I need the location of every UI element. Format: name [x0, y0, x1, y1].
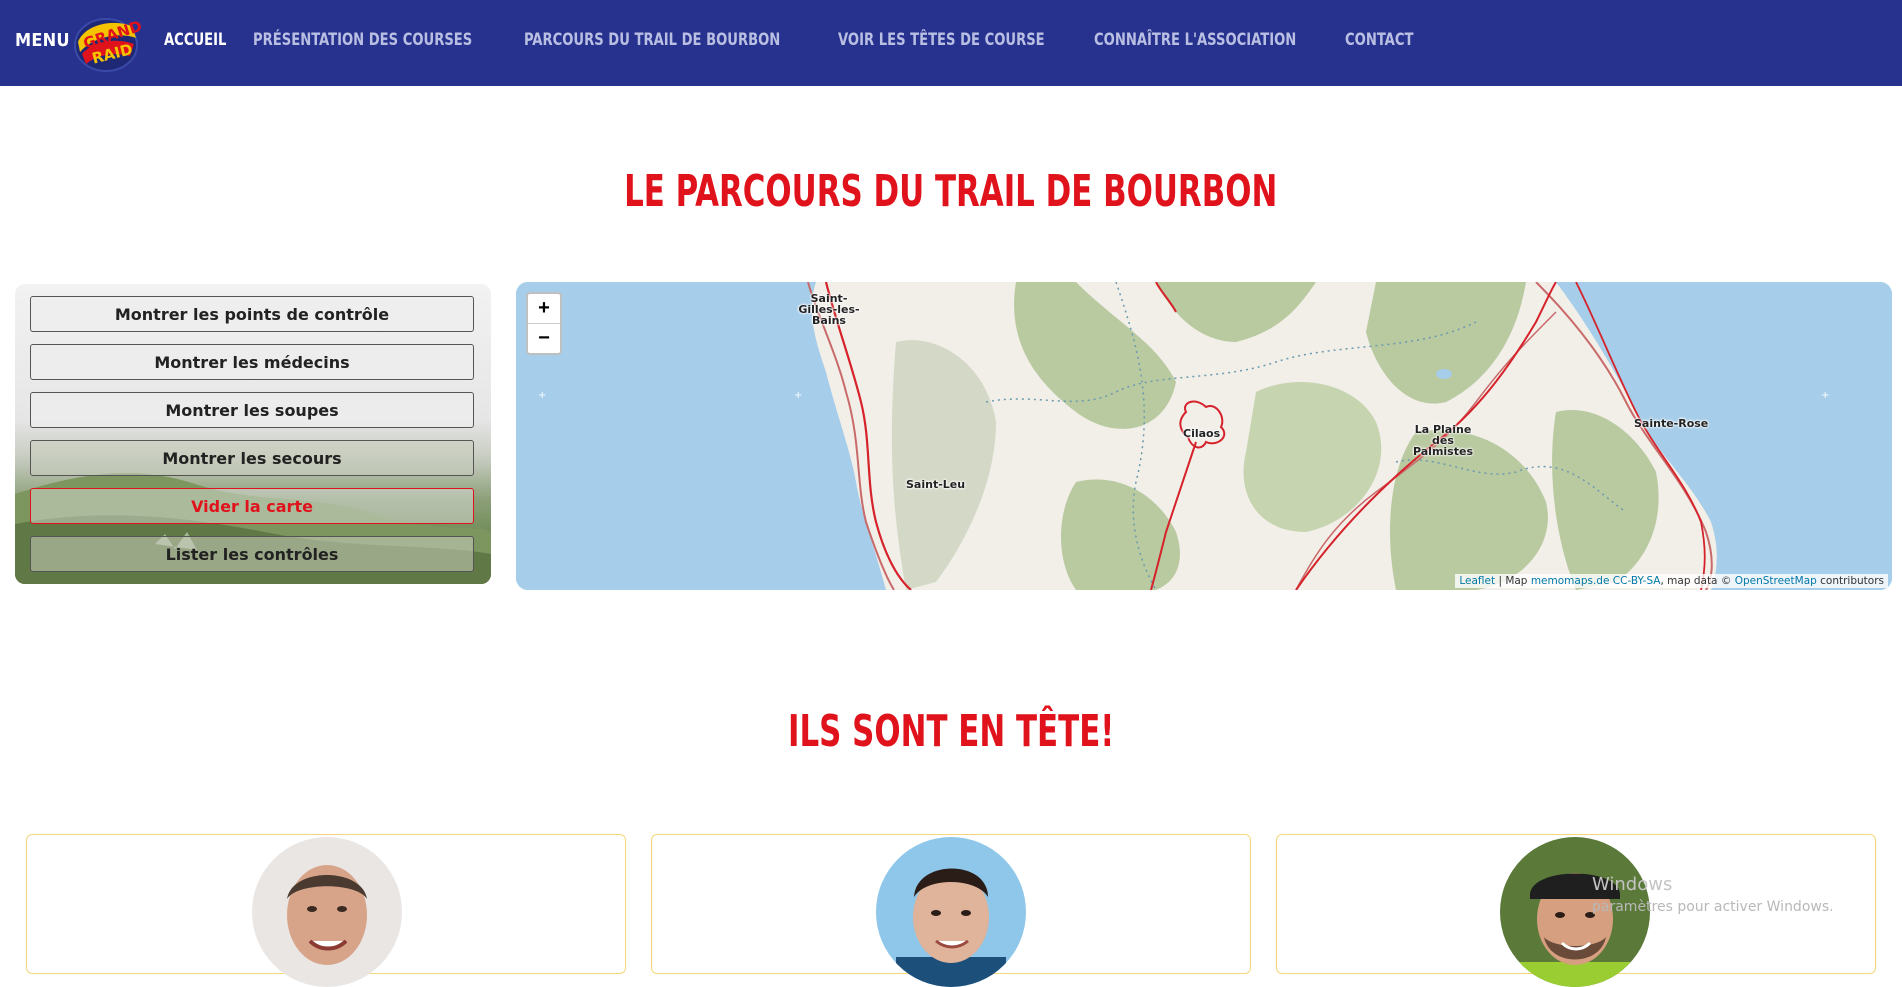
- leader-card[interactable]: [26, 834, 626, 987]
- nav-link-contact[interactable]: Contact: [1345, 30, 1413, 50]
- place-label-plaine-des-palmistes: La Plaine des Palmistes: [1412, 423, 1473, 458]
- place-label-cilaos: Cilaos: [1183, 427, 1221, 440]
- top-navbar: MENU GRAND RAID Accueil Présentation des…: [0, 0, 1902, 86]
- nav-link-presentation-courses[interactable]: Présentation des courses: [253, 30, 472, 50]
- windows-activation-watermark: Windows paramètres pour activer Windows.: [1592, 874, 1834, 915]
- map-attribution: Leaflet | Map memomaps.de CC-BY-SA, map …: [1455, 574, 1888, 588]
- show-soups-button[interactable]: Montrer les soupes: [30, 392, 474, 428]
- leaflet-link[interactable]: Leaflet: [1459, 575, 1495, 587]
- svg-text:+: +: [794, 390, 802, 401]
- show-checkpoints-button[interactable]: Montrer les points de contrôle: [30, 296, 474, 332]
- nav-links: Accueil Présentation des courses Parcour…: [164, 30, 1441, 50]
- memomaps-link[interactable]: memomaps.de: [1531, 575, 1610, 587]
- svg-text:+: +: [538, 390, 546, 401]
- clear-map-button[interactable]: Vider la carte: [30, 488, 474, 524]
- runner-avatar: [252, 837, 402, 987]
- zoom-in-button[interactable]: +: [528, 294, 560, 323]
- place-label-saint-gilles: Saint-Gilles-les-Bains: [798, 292, 860, 327]
- menu-toggle[interactable]: MENU: [15, 30, 70, 51]
- map-data-text: , map data ©: [1660, 575, 1732, 587]
- attribution-separator: | Map: [1498, 575, 1528, 587]
- show-doctors-button[interactable]: Montrer les médecins: [30, 344, 474, 380]
- map-controls-panel: Montrer les points de contrôle Montrer l…: [15, 284, 491, 584]
- watermark-text: paramètres pour activer Windows.: [1592, 899, 1834, 915]
- page-title: Le parcours du trail de Bourbon: [624, 166, 1278, 217]
- zoom-control: + −: [526, 292, 562, 355]
- leaders-title: Ils sont en tête!: [787, 706, 1115, 757]
- trail-map[interactable]: + + + + − Saint-Gilles-les-Bains Cilaos …: [516, 282, 1892, 590]
- leader-card[interactable]: [651, 834, 1251, 987]
- openstreetmap-link[interactable]: OpenStreetMap: [1735, 575, 1817, 587]
- svg-text:+: +: [1821, 390, 1829, 401]
- nav-link-tetes-course[interactable]: Voir les têtes de course: [838, 30, 1045, 50]
- cc-by-sa-link[interactable]: CC-BY-SA: [1613, 575, 1661, 587]
- show-rescue-button[interactable]: Montrer les secours: [30, 440, 474, 476]
- nav-link-association[interactable]: Connaître l'association: [1094, 30, 1296, 50]
- contributors-text: contributors: [1820, 575, 1884, 587]
- nav-link-parcours-trail[interactable]: Parcours du trail de Bourbon: [524, 30, 780, 50]
- watermark-title: Windows: [1592, 874, 1673, 895]
- nav-link-accueil[interactable]: Accueil: [164, 30, 226, 50]
- place-label-saint-leu: Saint-Leu: [906, 478, 966, 491]
- place-label-sainte-rose: Sainte-Rose: [1634, 417, 1709, 430]
- zoom-out-button[interactable]: −: [528, 323, 560, 353]
- grand-raid-logo[interactable]: GRAND RAID: [70, 12, 144, 74]
- list-checkpoints-button[interactable]: Lister les contrôles: [30, 536, 474, 572]
- runner-avatar: [876, 837, 1026, 987]
